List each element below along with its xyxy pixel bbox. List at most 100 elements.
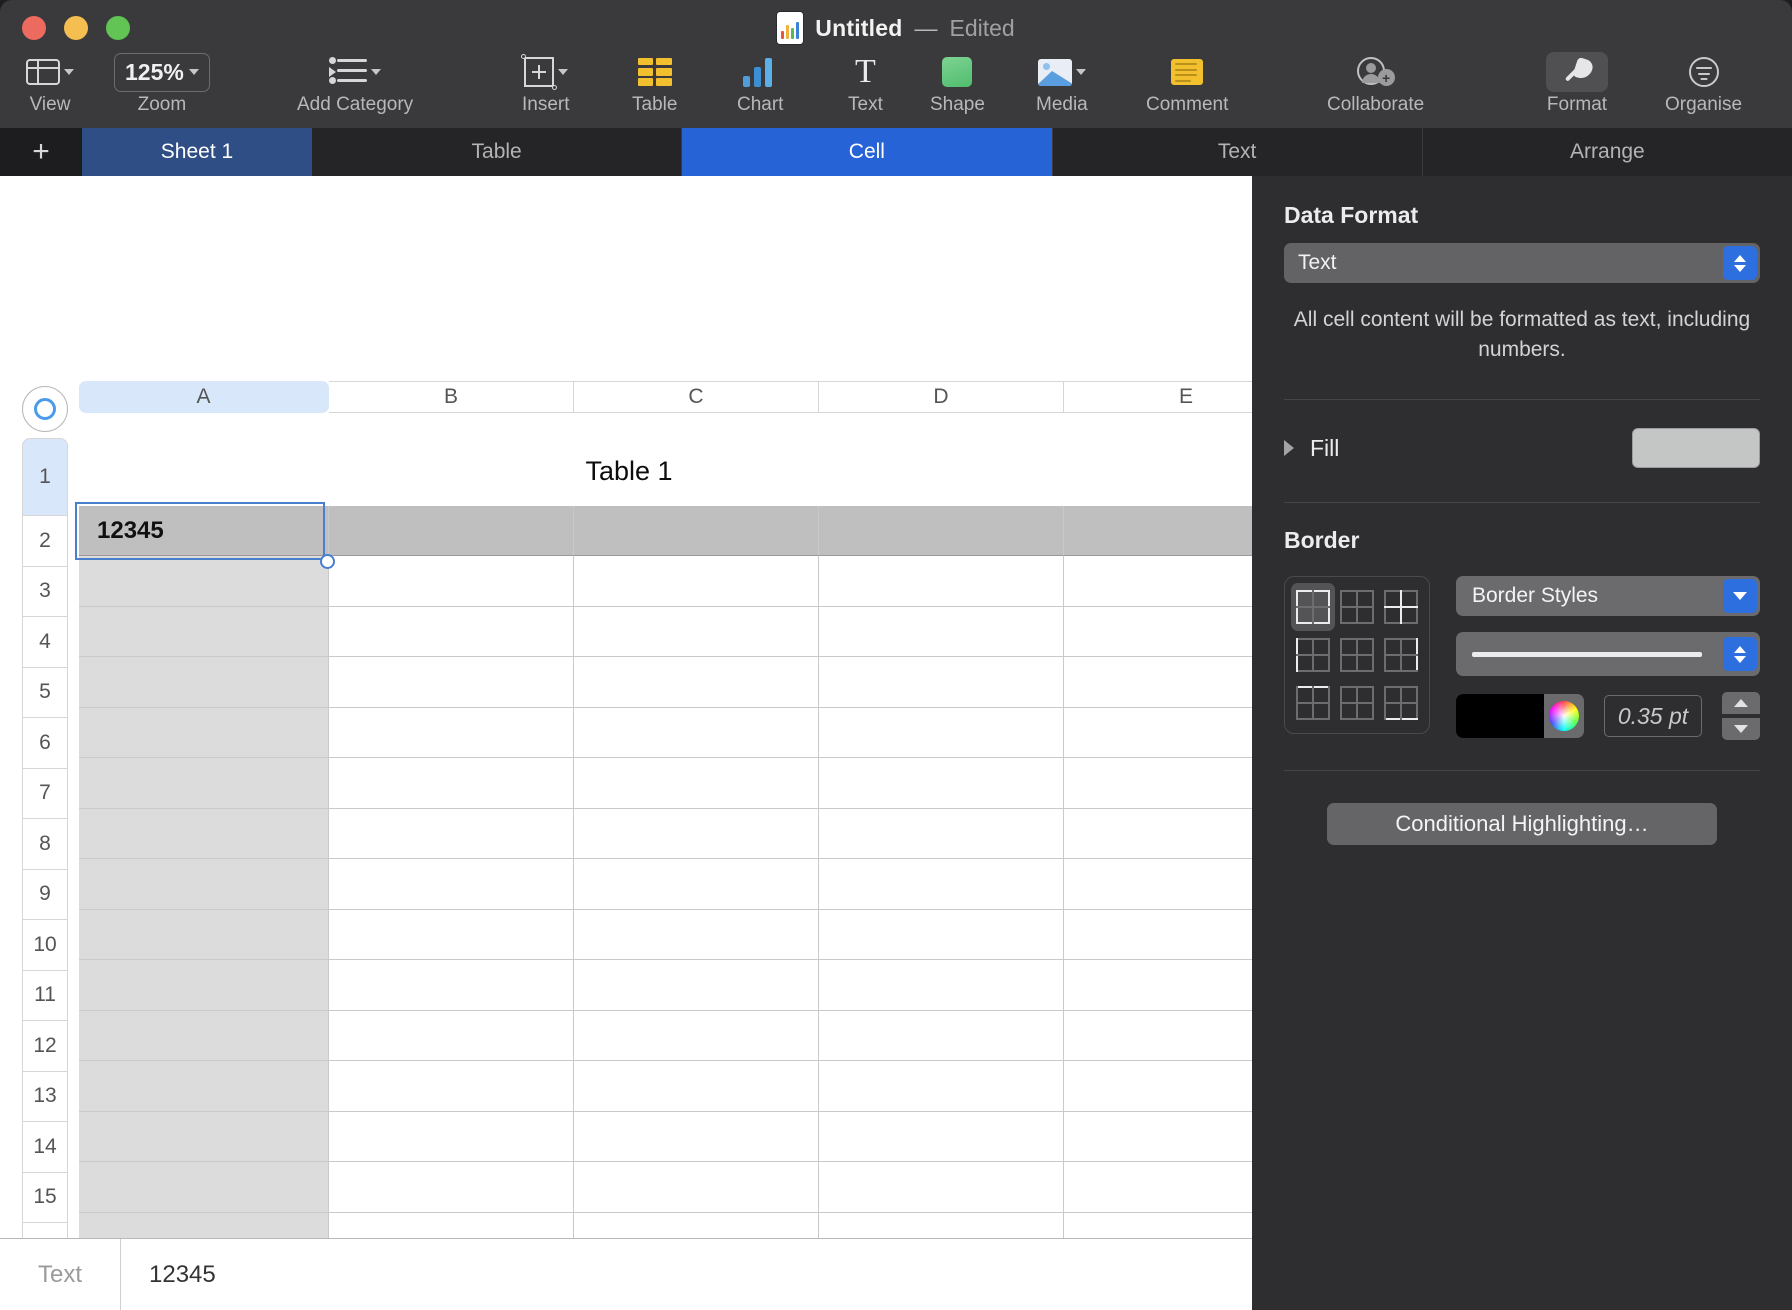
color-wheel-icon[interactable] bbox=[1549, 701, 1579, 731]
cell-a14[interactable] bbox=[79, 1162, 329, 1213]
cell-e3[interactable] bbox=[1064, 606, 1252, 657]
cell-c14[interactable] bbox=[574, 1162, 819, 1213]
column-header-a[interactable]: A bbox=[79, 381, 329, 413]
cell-b11[interactable] bbox=[329, 1010, 574, 1061]
cell-a5[interactable] bbox=[79, 707, 329, 758]
cell-e13[interactable] bbox=[1064, 1111, 1252, 1162]
cell-b4[interactable] bbox=[329, 657, 574, 708]
table-title[interactable]: Table 1 bbox=[79, 456, 1179, 487]
cell-a8[interactable] bbox=[79, 859, 329, 910]
toolbar-media-button[interactable]: Media bbox=[1036, 52, 1088, 116]
toolbar-organise-button[interactable]: Organise bbox=[1665, 52, 1742, 116]
inspector-tab-text[interactable]: Text bbox=[1053, 128, 1423, 176]
cell-d14[interactable] bbox=[819, 1162, 1064, 1213]
border-width-increment-button[interactable] bbox=[1722, 692, 1760, 714]
cell-d5[interactable] bbox=[819, 707, 1064, 758]
cell-a12[interactable] bbox=[79, 1061, 329, 1112]
cell-b9[interactable] bbox=[329, 909, 574, 960]
cell-a10[interactable] bbox=[79, 960, 329, 1011]
cell-b8[interactable] bbox=[329, 859, 574, 910]
cell-c2[interactable] bbox=[574, 556, 819, 607]
cell-e14[interactable] bbox=[1064, 1162, 1252, 1213]
column-header-e[interactable]: E bbox=[1064, 381, 1252, 413]
inspector-tab-cell[interactable]: Cell bbox=[682, 128, 1053, 176]
cell-d11[interactable] bbox=[819, 1010, 1064, 1061]
cell-e10[interactable] bbox=[1064, 960, 1252, 1011]
cell-e4[interactable] bbox=[1064, 657, 1252, 708]
cell-a6[interactable] bbox=[79, 758, 329, 809]
cell-b14[interactable] bbox=[329, 1162, 574, 1213]
cell-e6[interactable] bbox=[1064, 758, 1252, 809]
border-styles-select[interactable]: Border Styles bbox=[1456, 576, 1760, 616]
cell-a11[interactable] bbox=[79, 1010, 329, 1061]
data-format-stepper-icon[interactable] bbox=[1723, 246, 1757, 280]
cell-d8[interactable] bbox=[819, 859, 1064, 910]
status-cell-value[interactable]: 12345 bbox=[121, 1261, 216, 1289]
border-width-decrement-button[interactable] bbox=[1722, 718, 1760, 740]
row-header-11[interactable]: 11 bbox=[22, 970, 68, 1021]
border-left-button[interactable] bbox=[1291, 631, 1335, 679]
cell-c12[interactable] bbox=[574, 1061, 819, 1112]
cell-e7[interactable] bbox=[1064, 808, 1252, 859]
cell-c1[interactable] bbox=[574, 506, 819, 556]
cell-e12[interactable] bbox=[1064, 1061, 1252, 1112]
cell-b3[interactable] bbox=[329, 606, 574, 657]
conditional-highlighting-button[interactable]: Conditional Highlighting… bbox=[1327, 803, 1717, 845]
cell-c6[interactable] bbox=[574, 758, 819, 809]
cell-e11[interactable] bbox=[1064, 1010, 1252, 1061]
cell-e8[interactable] bbox=[1064, 859, 1252, 910]
border-color-well[interactable] bbox=[1456, 694, 1584, 738]
toolbar-comment-button[interactable]: Comment bbox=[1146, 52, 1228, 116]
cell-grid[interactable]: 12345 bbox=[79, 506, 1252, 1310]
toolbar-text-button[interactable]: T Text bbox=[848, 52, 883, 116]
cell-a9[interactable] bbox=[79, 909, 329, 960]
row-header-9[interactable]: 9 bbox=[22, 869, 68, 920]
row-header-6[interactable]: 6 bbox=[22, 718, 68, 769]
cell-e1[interactable] bbox=[1064, 506, 1252, 556]
cell-a4[interactable] bbox=[79, 657, 329, 708]
toolbar-shape-button[interactable]: Shape bbox=[930, 52, 985, 116]
toolbar-table-button[interactable]: Table bbox=[632, 52, 677, 116]
column-header-b[interactable]: B bbox=[329, 381, 574, 413]
sheet-tab-sheet-1[interactable]: Sheet 1 bbox=[82, 128, 312, 176]
cell-e2[interactable] bbox=[1064, 556, 1252, 607]
toolbar-zoom-control[interactable]: 125% Zoom bbox=[114, 52, 210, 116]
cell-d1[interactable] bbox=[819, 506, 1064, 556]
cell-b5[interactable] bbox=[329, 707, 574, 758]
border-middle-button[interactable] bbox=[1335, 679, 1379, 727]
cell-b1[interactable] bbox=[329, 506, 574, 556]
row-header-3[interactable]: 3 bbox=[22, 566, 68, 617]
cell-c3[interactable] bbox=[574, 606, 819, 657]
cell-c10[interactable] bbox=[574, 960, 819, 1011]
row-header-7[interactable]: 7 bbox=[22, 768, 68, 819]
zoom-value-pill[interactable]: 125% bbox=[114, 52, 210, 92]
inspector-tab-table[interactable]: Table bbox=[312, 128, 683, 176]
toolbar-chart-button[interactable]: Chart bbox=[737, 52, 783, 116]
row-header-13[interactable]: 13 bbox=[22, 1071, 68, 1122]
cell-d2[interactable] bbox=[819, 556, 1064, 607]
cell-d7[interactable] bbox=[819, 808, 1064, 859]
border-line-stepper-icon[interactable] bbox=[1723, 637, 1757, 671]
cell-c7[interactable] bbox=[574, 808, 819, 859]
cell-c9[interactable] bbox=[574, 909, 819, 960]
column-header-c[interactable]: C bbox=[574, 381, 819, 413]
cell-b7[interactable] bbox=[329, 808, 574, 859]
cell-d13[interactable] bbox=[819, 1111, 1064, 1162]
cell-c13[interactable] bbox=[574, 1111, 819, 1162]
table-select-handle[interactable] bbox=[22, 386, 68, 432]
border-none-button[interactable] bbox=[1335, 583, 1379, 631]
add-sheet-button[interactable]: + bbox=[0, 128, 82, 176]
border-styles-dropdown-icon[interactable] bbox=[1723, 579, 1757, 613]
inspector-tab-arrange[interactable]: Arrange bbox=[1423, 128, 1792, 176]
cell-d4[interactable] bbox=[819, 657, 1064, 708]
cell-a3[interactable] bbox=[79, 606, 329, 657]
toolbar-format-button[interactable]: Format bbox=[1546, 52, 1608, 116]
cell-b10[interactable] bbox=[329, 960, 574, 1011]
cell-b12[interactable] bbox=[329, 1061, 574, 1112]
cell-b13[interactable] bbox=[329, 1111, 574, 1162]
row-header-8[interactable]: 8 bbox=[22, 819, 68, 870]
border-line-style-select[interactable] bbox=[1456, 632, 1760, 676]
cell-e9[interactable] bbox=[1064, 909, 1252, 960]
cell-d10[interactable] bbox=[819, 960, 1064, 1011]
cell-b2[interactable] bbox=[329, 556, 574, 607]
